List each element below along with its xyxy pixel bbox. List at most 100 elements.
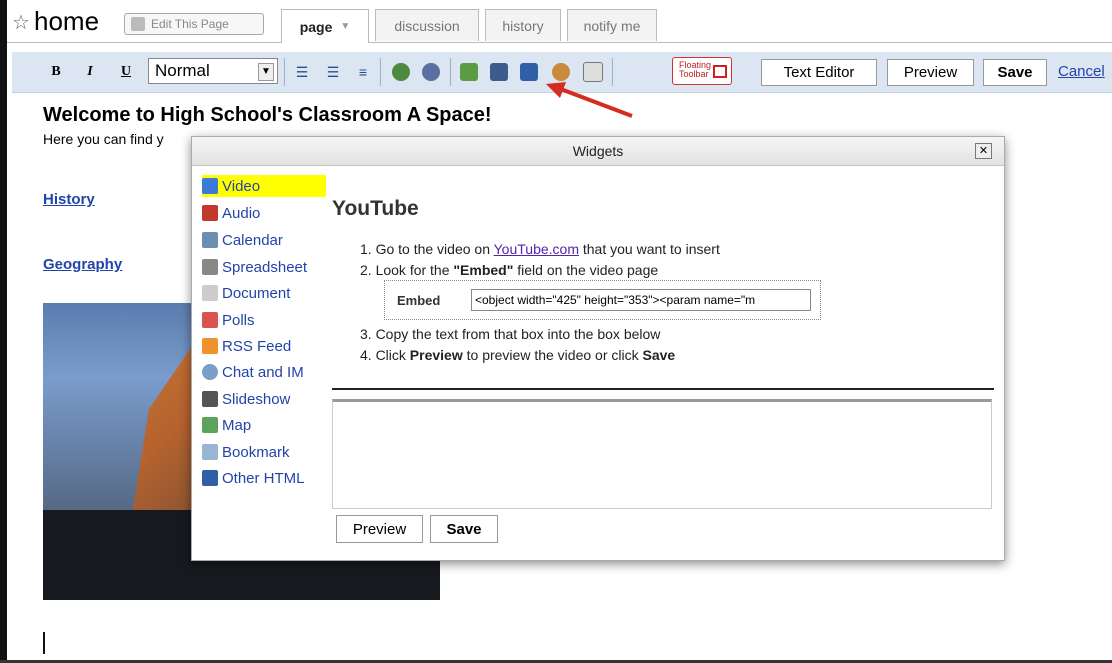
tab-discussion-label: discussion [394, 17, 460, 34]
step-2: 2. Look for the "Embed" field on the vid… [360, 262, 658, 278]
tab-page[interactable]: page ▼ [281, 9, 369, 43]
embed-example-field: <object width="425" height="353"><param … [471, 289, 811, 311]
preview-button[interactable]: Preview [887, 59, 974, 86]
widget-calendar[interactable]: Calendar [202, 229, 326, 251]
step-1-prefix: 1. Go to the video on [360, 241, 494, 257]
floating-toolbar-button[interactable]: Floating Toolbar [672, 57, 732, 85]
widget-tv-icon[interactable] [488, 60, 510, 84]
page-heading: Welcome to High School's Classroom A Spa… [43, 104, 492, 126]
step-4-bold-preview: Preview [409, 347, 463, 363]
page-title: home [34, 6, 100, 36]
widget-label: Bookmark [222, 443, 290, 461]
widget-label: Audio [222, 204, 261, 222]
step-2-bold: "Embed" [453, 262, 514, 278]
widget-label: Calendar [222, 231, 283, 249]
toolbar-separator [450, 58, 451, 86]
dialog-preview-button[interactable]: Preview [336, 515, 423, 543]
cancel-link[interactable]: Cancel [1058, 63, 1105, 80]
geography-link[interactable]: Geography [43, 256, 122, 273]
widget-bookmark[interactable]: Bookmark [202, 441, 326, 463]
widget-label: Map [222, 416, 252, 434]
camera-icon [202, 391, 218, 407]
unlink-icon[interactable] [420, 60, 442, 84]
widget-label: Document [222, 284, 291, 302]
step-4-mid: to preview the video or click [462, 347, 643, 363]
indent-icon[interactable]: ≡ [352, 60, 374, 84]
calendar-icon [202, 232, 218, 248]
history-link[interactable]: History [43, 191, 95, 208]
youtube-heading: YouTube [332, 197, 419, 220]
widget-label: Video [222, 177, 261, 195]
format-select-value: Normal [155, 61, 210, 80]
table-icon[interactable] [518, 60, 540, 84]
star-icon[interactable]: ☆ [12, 10, 30, 35]
edit-page-button[interactable]: Edit This Page [124, 13, 264, 35]
widget-audio[interactable]: Audio [202, 202, 326, 224]
widget-document[interactable]: Document [202, 282, 326, 304]
dialog-title: Widgets [572, 143, 624, 159]
widget-label: Spreadsheet [222, 258, 308, 276]
widget-map[interactable]: Map [202, 414, 326, 436]
link-icon[interactable] [390, 60, 412, 84]
toolbar-separator [380, 58, 381, 86]
step-1: 1. Go to the video on YouTube.com that y… [360, 241, 720, 257]
window-icon [713, 65, 727, 78]
map-icon [202, 417, 218, 433]
underline-button[interactable]: U [116, 60, 136, 84]
widget-rss-feed[interactable]: RSS Feed [202, 335, 326, 357]
step-2-suffix: field on the video page [513, 262, 659, 278]
tab-discussion[interactable]: discussion [375, 9, 479, 41]
toolbar-separator [284, 58, 285, 86]
step-3: 3. Copy the text from that box into the … [360, 326, 661, 342]
widget-polls[interactable]: Polls [202, 309, 326, 331]
rss-icon [202, 338, 218, 354]
chat-icon [202, 364, 218, 380]
embed-label: Embed [397, 293, 441, 308]
embed-example: Embed <object width="425" height="353"><… [384, 280, 821, 320]
bullet-list-icon[interactable]: ☰ [322, 60, 344, 84]
widget-label: Chat and IM [222, 363, 304, 381]
tab-notify-me[interactable]: notify me [567, 9, 657, 41]
pencil-icon [131, 17, 145, 31]
close-icon[interactable]: ✕ [975, 143, 992, 159]
tab-history[interactable]: history [485, 9, 561, 41]
widget-label: RSS Feed [222, 337, 292, 355]
edit-page-label: Edit This Page [151, 17, 229, 31]
window-left-edge [0, 0, 7, 663]
step-4-bold-save: Save [642, 347, 676, 363]
widget-video[interactable]: Video [202, 175, 326, 197]
page-intro-text: Here you can find y [43, 131, 164, 147]
widget-label: Slideshow [222, 390, 291, 408]
step-1-suffix: that you want to insert [578, 241, 720, 257]
divider [332, 388, 994, 390]
tab-history-label: history [502, 17, 544, 34]
italic-button[interactable]: I [80, 60, 100, 84]
widget-other-html[interactable]: Other HTML [202, 467, 326, 489]
save-button[interactable]: Save [983, 59, 1047, 86]
tab-notify-label: notify me [583, 17, 641, 34]
widget-label: Other HTML [222, 469, 305, 487]
format-select[interactable]: Normal ▼ [148, 58, 278, 84]
step-4-prefix: 4. Click [360, 347, 410, 363]
document-icon [202, 285, 218, 301]
numbered-list-icon[interactable]: ☰ [291, 60, 313, 84]
tv-icon [202, 178, 218, 194]
bold-button[interactable]: B [46, 60, 66, 84]
embed-code-textarea[interactable] [332, 399, 992, 509]
text-editor-button[interactable]: Text Editor [761, 59, 877, 86]
youtube-link[interactable]: YouTube.com [494, 241, 579, 257]
widget-label: Polls [222, 311, 255, 329]
tab-page-label: page [299, 18, 333, 35]
image-icon[interactable] [458, 60, 480, 84]
widget-spreadsheet[interactable]: Spreadsheet [202, 256, 326, 278]
speaker-icon [202, 205, 218, 221]
chevron-down-icon: ▼ [340, 21, 351, 32]
dialog-save-button[interactable]: Save [430, 515, 498, 543]
text-cursor [43, 632, 45, 654]
tag-icon [202, 444, 218, 460]
poll-chart-icon [202, 312, 218, 328]
spreadsheet-icon [202, 259, 218, 275]
step-2-prefix: 2. Look for the [360, 262, 454, 278]
widget-chat-and-im[interactable]: Chat and IM [202, 361, 326, 383]
widget-slideshow[interactable]: Slideshow [202, 388, 326, 410]
